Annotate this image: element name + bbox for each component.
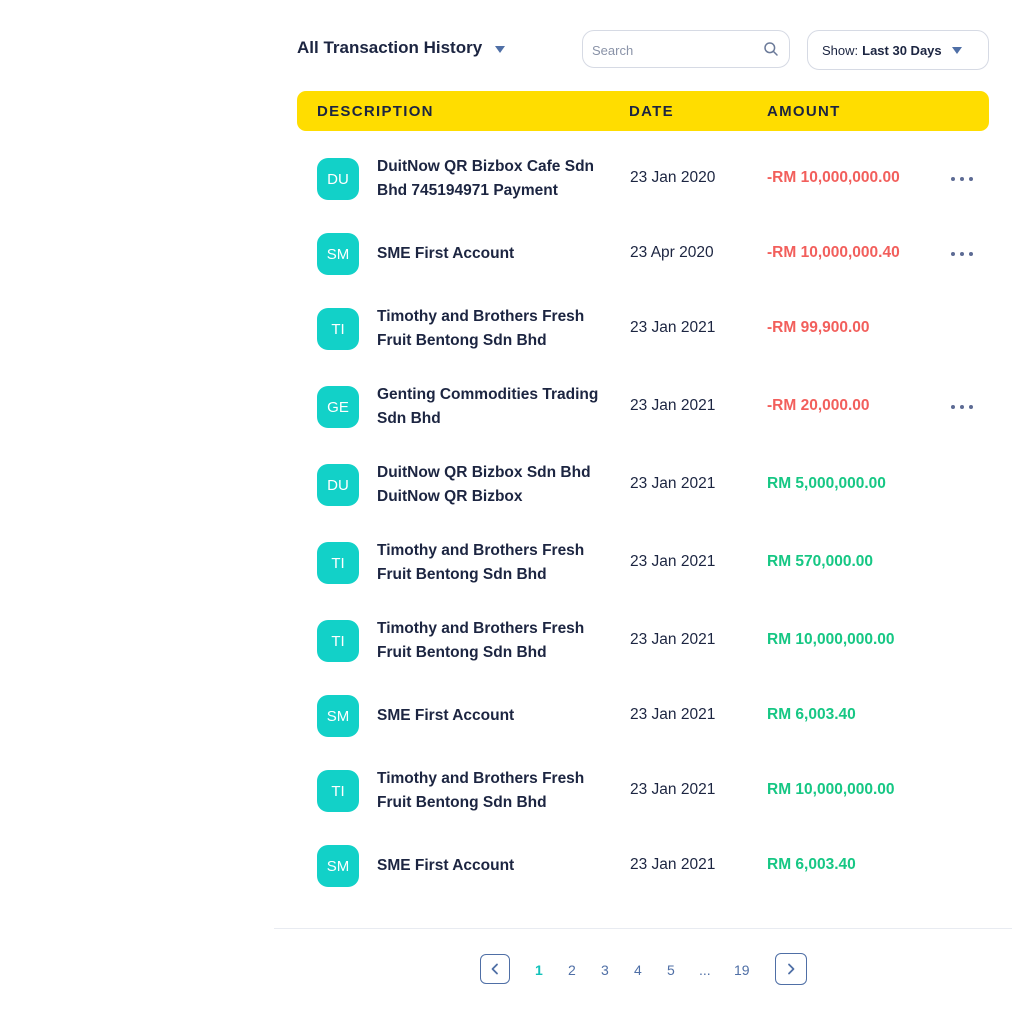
- transaction-date: 23 Jan 2021: [630, 856, 716, 873]
- column-header-amount: AMOUNT: [767, 103, 841, 120]
- transaction-description: SME First Account: [377, 857, 515, 874]
- next-page-button[interactable]: [775, 953, 807, 985]
- transaction-date: 23 Jan 2021: [630, 781, 716, 798]
- transaction-description: Timothy and Brothers Fresh Fruit Bentong…: [377, 542, 585, 583]
- table-header: DESCRIPTION DATE AMOUNT: [297, 91, 989, 131]
- transaction-amount: RM 10,000,000.00: [767, 631, 895, 648]
- avatar: TI: [317, 620, 359, 662]
- transaction-date: 23 Jan 2021: [630, 706, 716, 723]
- dot: [951, 177, 955, 181]
- table-row[interactable]: GE Genting Commodities Trading Sdn Bhd 23 …: [297, 367, 989, 447]
- avatar: DU: [317, 464, 359, 506]
- caret-down-icon: [951, 46, 962, 54]
- avatar: TI: [317, 770, 359, 812]
- dot: [951, 252, 955, 256]
- avatar: DU: [317, 158, 359, 200]
- dot: [960, 177, 964, 181]
- transaction-amount: RM 6,003.40: [767, 856, 856, 873]
- search-icon[interactable]: [763, 41, 779, 57]
- column-header-description: DESCRIPTION: [317, 103, 434, 120]
- transaction-amount: RM 10,000,000.00: [767, 781, 895, 798]
- divider: [274, 928, 1012, 929]
- transaction-description: Genting Commodities Trading Sdn Bhd: [377, 386, 599, 427]
- transaction-date: 23 Jan 2021: [630, 631, 716, 648]
- dot: [969, 177, 973, 181]
- history-type-dropdown[interactable]: All Transaction History: [297, 38, 506, 58]
- avatar: SM: [317, 233, 359, 275]
- show-value: Last 30 Days: [862, 42, 942, 58]
- table-row[interactable]: SM SME First Account 23 Jan 2021 RM 6,003.4…: [297, 826, 989, 906]
- avatar: SM: [317, 845, 359, 887]
- page-link[interactable]: 1: [535, 962, 543, 978]
- transaction-amount: -RM 20,000.00: [767, 397, 870, 414]
- prev-page-button[interactable]: [480, 954, 510, 984]
- transaction-date: 23 Jan 2021: [630, 319, 716, 336]
- transaction-description: DuitNow QR Bizbox Cafe Sdn Bhd 745194971…: [377, 158, 594, 199]
- transaction-amount: -RM 99,900.00: [767, 319, 870, 336]
- more-options-icon[interactable]: [951, 174, 973, 184]
- transaction-description: SME First Account: [377, 245, 515, 262]
- more-options-icon[interactable]: [951, 402, 973, 412]
- more-options-icon[interactable]: [951, 249, 973, 259]
- table-row[interactable]: SM SME First Account 23 Apr 2020 -RM 10,000…: [297, 214, 989, 294]
- page-link[interactable]: 5: [667, 962, 675, 978]
- transaction-description: Timothy and Brothers Fresh Fruit Bentong…: [377, 308, 585, 349]
- table-row[interactable]: DU DuitNow QR Bizbox Cafe Sdn Bhd 7451949…: [297, 139, 989, 219]
- column-header-date: DATE: [629, 103, 674, 120]
- table-row[interactable]: SM SME First Account 23 Jan 2021 RM 6,003.4…: [297, 676, 989, 756]
- pagination: 1 2 3 4 5 ... 19: [480, 953, 810, 986]
- transaction-date: 23 Jan 2021: [630, 553, 716, 570]
- avatar: SM: [317, 695, 359, 737]
- transaction-amount: -RM 10,000,000.40: [767, 244, 900, 261]
- dot: [960, 405, 964, 409]
- page-link[interactable]: 2: [568, 962, 576, 978]
- dot: [969, 252, 973, 256]
- date-range-select[interactable]: Show: Last 30 Days: [807, 30, 989, 70]
- table-row[interactable]: TI Timothy and Brothers Fresh Fruit Bento…: [297, 601, 989, 681]
- caret-down-icon: [495, 45, 506, 53]
- avatar: GE: [317, 386, 359, 428]
- transaction-date: 23 Apr 2020: [630, 244, 714, 261]
- transaction-amount: -RM 10,000,000.00: [767, 169, 900, 186]
- transaction-description: Timothy and Brothers Fresh Fruit Bentong…: [377, 770, 585, 811]
- transaction-date: 23 Jan 2021: [630, 475, 716, 492]
- page-ellipsis: ...: [699, 962, 711, 978]
- dot: [960, 252, 964, 256]
- search-box[interactable]: [582, 30, 790, 68]
- page-link[interactable]: 4: [634, 962, 642, 978]
- table-row[interactable]: TI Timothy and Brothers Fresh Fruit Bento…: [297, 751, 989, 831]
- page-link[interactable]: 3: [601, 962, 609, 978]
- dot: [951, 405, 955, 409]
- avatar: TI: [317, 542, 359, 584]
- transaction-amount: RM 6,003.40: [767, 706, 856, 723]
- transactions-header: All Transaction History Show: Last 30 Da…: [297, 28, 989, 72]
- dot: [969, 405, 973, 409]
- transaction-description: SME First Account: [377, 707, 515, 724]
- search-input[interactable]: [592, 40, 752, 60]
- transaction-amount: RM 570,000.00: [767, 553, 873, 570]
- table-row[interactable]: TI Timothy and Brothers Fresh Fruit Bento…: [297, 289, 989, 369]
- transaction-date: 23 Jan 2021: [630, 397, 716, 414]
- table-row[interactable]: TI Timothy and Brothers Fresh Fruit Bento…: [297, 523, 989, 603]
- table-row[interactable]: DU DuitNow QR Bizbox Sdn Bhd DuitNow QR B…: [297, 445, 989, 525]
- chevron-left-icon: [491, 963, 498, 975]
- transaction-description: DuitNow QR Bizbox Sdn Bhd DuitNow QR Biz…: [377, 464, 591, 505]
- page-link[interactable]: 19: [734, 962, 750, 978]
- avatar: TI: [317, 308, 359, 350]
- transaction-amount: RM 5,000,000.00: [767, 475, 886, 492]
- transaction-description: Timothy and Brothers Fresh Fruit Bentong…: [377, 620, 585, 661]
- show-label: Show:: [822, 42, 859, 58]
- transaction-date: 23 Jan 2020: [630, 169, 716, 186]
- chevron-right-icon: [788, 963, 795, 975]
- page-title: All Transaction History: [297, 38, 483, 57]
